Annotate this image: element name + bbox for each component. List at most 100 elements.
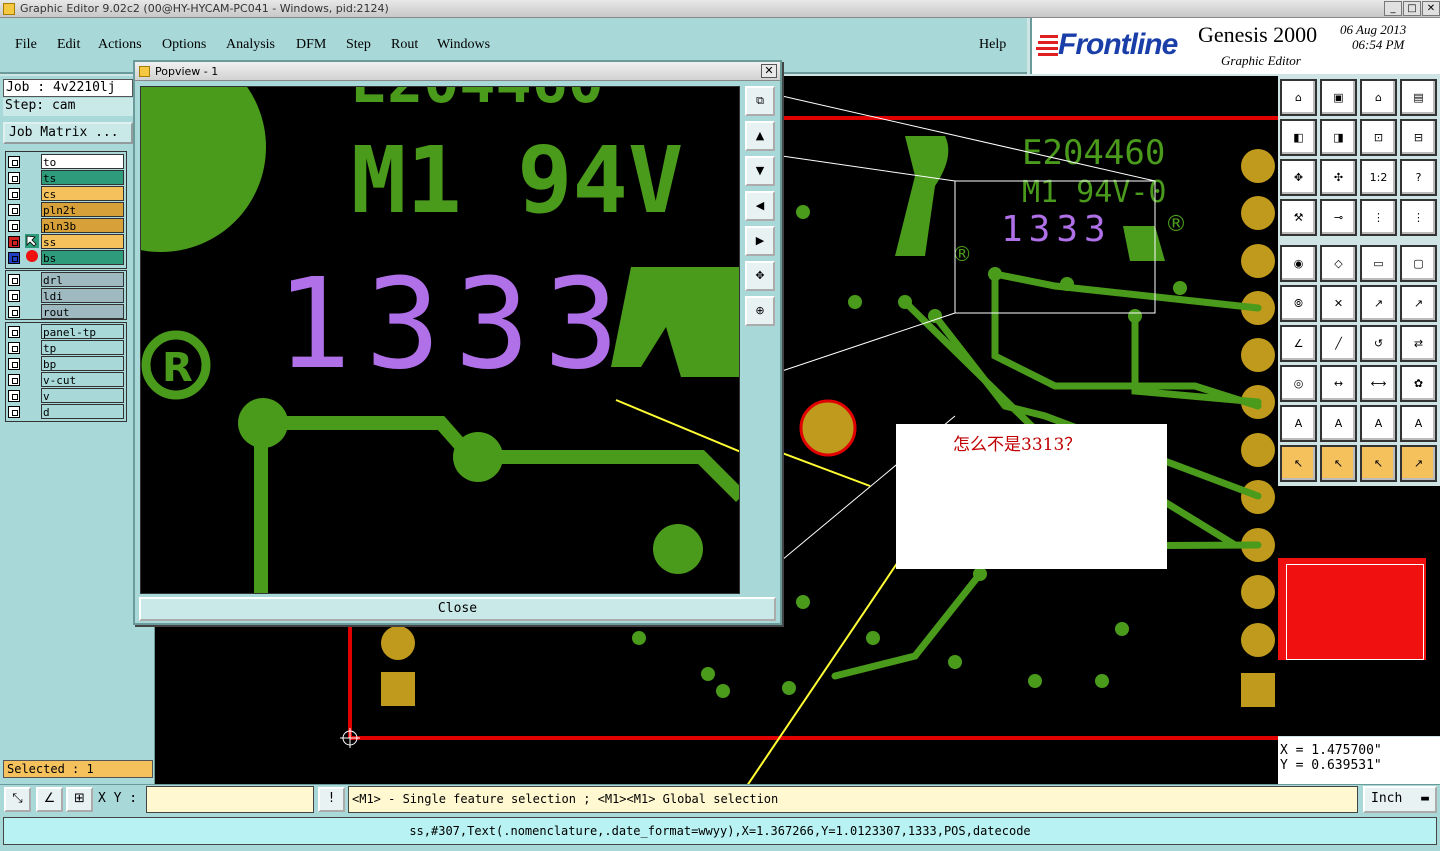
select-box-icon[interactable]: ▢ [1400, 245, 1437, 282]
layer-checkbox[interactable] [8, 236, 20, 248]
grid-icon[interactable]: ⊞ [66, 787, 93, 812]
layer-row-bp[interactable]: bp [8, 356, 124, 372]
layer-row-tp[interactable]: tp [8, 340, 124, 356]
menu-windows[interactable]: Windows [437, 37, 490, 53]
measure-mode-icon[interactable]: ∠ [36, 787, 63, 812]
minimize-button[interactable]: _ [1384, 1, 1402, 16]
popview-pan-right-icon[interactable]: ▶ [745, 226, 775, 256]
layer-row-pln3b[interactable]: pln3b [8, 218, 124, 234]
job-matrix-button[interactable]: Job Matrix ... [3, 122, 133, 144]
layer-name[interactable]: tp [41, 340, 124, 355]
pan-center-icon[interactable]: ⊡ [1360, 119, 1397, 156]
layer-row-drl[interactable]: drl [8, 272, 124, 288]
pad-icon[interactable]: ◎ [1280, 365, 1317, 402]
layer-row-bs[interactable]: bs [8, 250, 124, 266]
snap-mode-icon[interactable]: ⤡ [4, 787, 31, 812]
connect-icon[interactable]: ⦾ [1280, 285, 1317, 322]
layer-row-ts[interactable]: ts [8, 170, 124, 186]
layer-sel-icon[interactable]: ⋮ [1360, 199, 1397, 236]
layer-checkbox[interactable] [8, 290, 20, 302]
layer-name[interactable]: panel-tp [41, 324, 124, 339]
popview-close-button[interactable]: Close [139, 597, 776, 621]
zoom-in-icon[interactable]: ✥ [1280, 159, 1317, 196]
ruler-icon[interactable]: ▭ [1360, 245, 1397, 282]
layer-checkbox[interactable] [8, 390, 20, 402]
layer-name[interactable]: ldi [41, 288, 124, 303]
layer-row-ss[interactable]: ss [8, 234, 124, 250]
menu-step[interactable]: Step [346, 37, 371, 53]
layer-checkbox[interactable] [8, 156, 20, 168]
dimension-icon[interactable]: ⟷ [1360, 365, 1397, 402]
line-icon[interactable]: ╱ [1320, 325, 1357, 362]
layer-name[interactable]: to [41, 154, 124, 169]
layer-name[interactable]: v [41, 388, 124, 403]
group-icon[interactable]: ✿ [1400, 365, 1437, 402]
popview-pan-left-icon[interactable]: ◀ [745, 191, 775, 221]
layer-checkbox[interactable] [8, 204, 20, 216]
layer-row-ldi[interactable]: ldi [8, 288, 124, 304]
layer-row-d[interactable]: d [8, 404, 124, 420]
job-field[interactable]: Job : 4v2210lj [3, 79, 133, 97]
close-window-button[interactable]: ✕ [1422, 1, 1440, 16]
layer-row-to[interactable]: to [8, 154, 124, 170]
menu-edit[interactable]: Edit [57, 37, 80, 53]
xy-input[interactable] [146, 786, 314, 813]
layer-row-v-cut[interactable]: v-cut [8, 372, 124, 388]
layer-checkbox[interactable] [8, 220, 20, 232]
cursor-route-icon[interactable]: ↗ [1400, 445, 1437, 482]
layer-name[interactable]: pln3b [41, 218, 124, 233]
layer-checkbox[interactable] [8, 172, 20, 184]
layer-row-cs[interactable]: cs [8, 186, 124, 202]
layer-name[interactable]: bp [41, 356, 124, 371]
layer-row-v[interactable]: v [8, 388, 124, 404]
arc-icon[interactable]: ↺ [1360, 325, 1397, 362]
warning-icon[interactable]: ! [318, 787, 345, 812]
layer-name[interactable]: rout [41, 304, 124, 319]
text-a3-icon[interactable]: A [1360, 405, 1397, 442]
menu-help[interactable]: Help [979, 37, 1006, 53]
pan-page-icon[interactable]: ⊟ [1400, 119, 1437, 156]
layer-sel2-icon[interactable]: ⋮ [1400, 199, 1437, 236]
cursor-icon[interactable]: ↖ [1280, 445, 1317, 482]
zoom-fit-icon[interactable]: ▣ [1320, 79, 1357, 116]
layer-name[interactable]: v-cut [41, 372, 124, 387]
zoom-window-icon[interactable]: ▤ [1400, 79, 1437, 116]
layer-row-panel-tp[interactable]: panel-tp [8, 324, 124, 340]
delete-icon[interactable]: ✕ [1320, 285, 1357, 322]
text-a1-icon[interactable]: A [1280, 405, 1317, 442]
layer-checkbox[interactable] [8, 188, 20, 200]
popview-fit-icon[interactable]: ✥ [745, 261, 775, 291]
popview-pan-down-icon[interactable]: ▼ [745, 156, 775, 186]
text-a2-icon[interactable]: A [1320, 405, 1357, 442]
text-a4-icon[interactable]: A [1400, 405, 1437, 442]
home-icon[interactable]: ⌂ [1280, 79, 1317, 116]
layer-checkbox[interactable] [8, 342, 20, 354]
maximize-button[interactable]: □ [1403, 1, 1421, 16]
menu-analysis[interactable]: Analysis [226, 37, 275, 53]
unit-select[interactable]: Inch ▬ [1363, 786, 1437, 813]
layer-row-rout[interactable]: rout [8, 304, 124, 320]
popview-pan-up-icon[interactable]: ▲ [745, 121, 775, 151]
layer-name[interactable]: cs [41, 186, 124, 201]
menu-rout[interactable]: Rout [391, 37, 418, 53]
menu-dfm[interactable]: DFM [296, 37, 326, 53]
layer-name[interactable]: ss [41, 234, 124, 249]
layer-checkbox[interactable] [8, 358, 20, 370]
help-question-icon[interactable]: ? [1400, 159, 1437, 196]
mirror-icon[interactable]: ⇄ [1400, 325, 1437, 362]
split-icon[interactable]: ↗ [1360, 285, 1397, 322]
layer-name[interactable]: bs [41, 250, 124, 265]
layer-name[interactable]: d [41, 404, 124, 419]
layer-checkbox[interactable] [8, 274, 20, 286]
snap-icon[interactable]: ⊸ [1320, 199, 1357, 236]
popview-zoom-in-icon[interactable]: ⧉ [745, 86, 775, 116]
popview-canvas[interactable]: E204460 M1 94V R 1333 [140, 86, 740, 594]
pan-right-icon[interactable]: ◨ [1320, 119, 1357, 156]
layer-row-pln2t[interactable]: pln2t [8, 202, 124, 218]
reshape-icon[interactable]: ◇ [1320, 245, 1357, 282]
popview-window[interactable]: Popview - 1 ✕ E204460 M1 94V R 1333 ⧉ [133, 60, 782, 625]
menu-file[interactable]: File [15, 37, 37, 53]
zoom-home-icon[interactable]: ⌂ [1360, 79, 1397, 116]
popview-close-icon[interactable]: ✕ [761, 64, 777, 78]
popview-titlebar[interactable]: Popview - 1 ✕ [135, 62, 780, 81]
